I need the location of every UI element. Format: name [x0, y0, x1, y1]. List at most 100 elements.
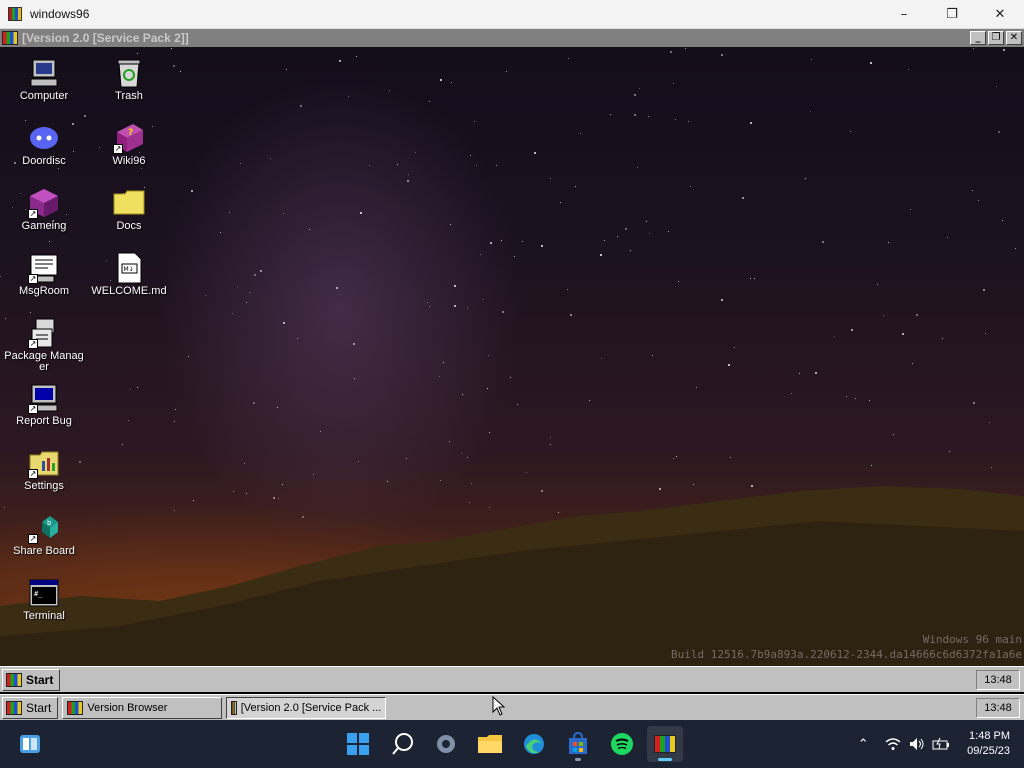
star-dot [259, 269, 262, 272]
host-restore-button[interactable]: ❐ [928, 0, 976, 29]
desktop-icon-doordisc[interactable]: Doordisc [2, 122, 86, 167]
star-dot [470, 155, 471, 157]
w96-restore-button[interactable]: ❐ [988, 31, 1004, 45]
wifi-icon[interactable] [881, 732, 905, 756]
taskbar-explorer-button[interactable] [472, 726, 508, 762]
star-dot [533, 152, 536, 155]
desktop-icon-report-bug[interactable]: ↗ Report Bug [2, 382, 86, 427]
desktop-icon-package-manager[interactable]: ↗ Package Manager [2, 317, 86, 373]
desktop-wallpaper[interactable]: Computer Doordisc ↗ Gameing ↗ MsgRoom ↗ … [0, 47, 1024, 666]
shortcut-arrow-icon: ↗ [28, 274, 38, 284]
w96-close-button[interactable]: ✕ [1006, 31, 1022, 45]
star-dot [30, 311, 32, 313]
star-dot [487, 387, 489, 389]
battery-icon[interactable] [929, 732, 953, 756]
taskbar-store-button[interactable] [560, 726, 596, 762]
star-dot [893, 434, 895, 436]
star-dot [742, 197, 745, 200]
star-dot [998, 130, 1000, 133]
w96-window-titlebar[interactable]: [Version 2.0 [Service Pack 2]] _ ❐ ✕ [0, 29, 1024, 47]
taskbar-clock[interactable]: 1:48 PM 09/25/23 [967, 729, 1010, 759]
w96-taskbar-bottom: Start Version Browser [Version 2.0 [Serv… [0, 694, 1024, 720]
star-dot [522, 241, 524, 243]
chevron-up-icon[interactable]: ⌃ [851, 732, 875, 756]
w96-start-button[interactable]: Start [2, 668, 61, 691]
star-dot [509, 377, 511, 379]
star-dot [442, 362, 444, 364]
star-dot [353, 343, 356, 346]
star-dot [517, 403, 519, 405]
star-dot [637, 166, 639, 168]
star-dot [389, 89, 391, 91]
spotify-icon [611, 733, 633, 755]
running-indicator [575, 758, 581, 761]
shortcut-arrow-icon: ↗ [28, 404, 38, 414]
star-dot [600, 357, 602, 359]
desktop-icon-label: Report Bug [16, 415, 72, 427]
taskbar-windows96-button[interactable] [647, 726, 683, 762]
store-icon [569, 732, 587, 754]
taskbar-start-button[interactable] [340, 726, 376, 762]
star-dot [624, 227, 627, 230]
star-dot [734, 347, 736, 349]
task-version-window[interactable]: [Version 2.0 [Service Pack ... [226, 696, 387, 719]
star-dot [460, 453, 462, 455]
star-dot [942, 338, 944, 340]
w96-window-title: [Version 2.0 [Service Pack 2]] [22, 31, 189, 45]
volume-icon[interactable] [905, 732, 929, 756]
desktop-icon-docs[interactable]: Docs [87, 187, 171, 232]
star-dot [855, 398, 857, 400]
star-dot [130, 389, 132, 391]
shortcut-arrow-icon: ↗ [113, 144, 123, 154]
star-dot [449, 441, 451, 443]
windows96-icon [654, 735, 676, 753]
host-minimize-button[interactable]: – [880, 0, 928, 29]
star-dot [248, 292, 250, 294]
desktop-icon-wiki96[interactable]: ? ↗ Wiki96 [87, 122, 171, 167]
star-dot [368, 164, 370, 166]
w96-start-button[interactable]: Start [2, 696, 59, 719]
desktop-icon-trash[interactable]: Trash [87, 57, 171, 102]
taskbar-spotify-button[interactable] [604, 726, 640, 762]
desktop-icon-label: Share Board [13, 545, 75, 557]
star-dot [407, 174, 409, 176]
taskbar-settings-button[interactable] [428, 726, 464, 762]
star-dot [406, 457, 408, 459]
host-close-button[interactable]: ✕ [976, 0, 1024, 29]
desktop-icon-welcome-md[interactable]: M↓ WELCOME.md [87, 252, 171, 297]
star-dot [204, 295, 206, 297]
desktop-icon-terminal[interactable]: #_ Terminal [2, 577, 86, 622]
star-dot [128, 419, 130, 421]
star-dot [439, 376, 441, 378]
star-dot [685, 48, 687, 50]
star-dot [670, 50, 673, 53]
w96-minimize-button[interactable]: _ [970, 31, 986, 45]
star-dot [991, 466, 993, 468]
task-version-browser[interactable]: Version Browser [62, 696, 223, 719]
star-dot [870, 464, 872, 466]
star-dot [489, 241, 492, 244]
taskbar-search-button[interactable] [385, 726, 421, 762]
svg-text:b: b [47, 519, 52, 527]
star-dot [312, 473, 314, 475]
star-dot [122, 444, 124, 446]
desktop-icon-settings[interactable]: ↗ Settings [2, 447, 86, 492]
star-dot [617, 235, 619, 237]
desktop-icon-gameing[interactable]: ↗ Gameing [2, 187, 86, 232]
desktop-icon-msgroom[interactable]: ↗ MsgRoom [2, 252, 86, 297]
desktop-icon-share-board[interactable]: b ↗ Share Board [2, 512, 86, 557]
w96-clock[interactable]: 13:48 [976, 669, 1020, 690]
desktop-icon-computer[interactable]: Computer [2, 57, 86, 102]
star-dot [429, 305, 431, 307]
taskbar-edge-button[interactable] [516, 726, 552, 762]
star-dot [488, 355, 490, 357]
monitor-bug-icon: ↗ [28, 382, 60, 414]
widgets-button[interactable] [12, 726, 48, 762]
star-dot [629, 249, 631, 251]
star-dot [978, 199, 980, 201]
star-dot [567, 58, 569, 60]
star-dot [246, 302, 248, 304]
star-dot [58, 167, 60, 169]
star-dot [505, 71, 507, 73]
w96-clock[interactable]: 13:48 [976, 697, 1020, 718]
